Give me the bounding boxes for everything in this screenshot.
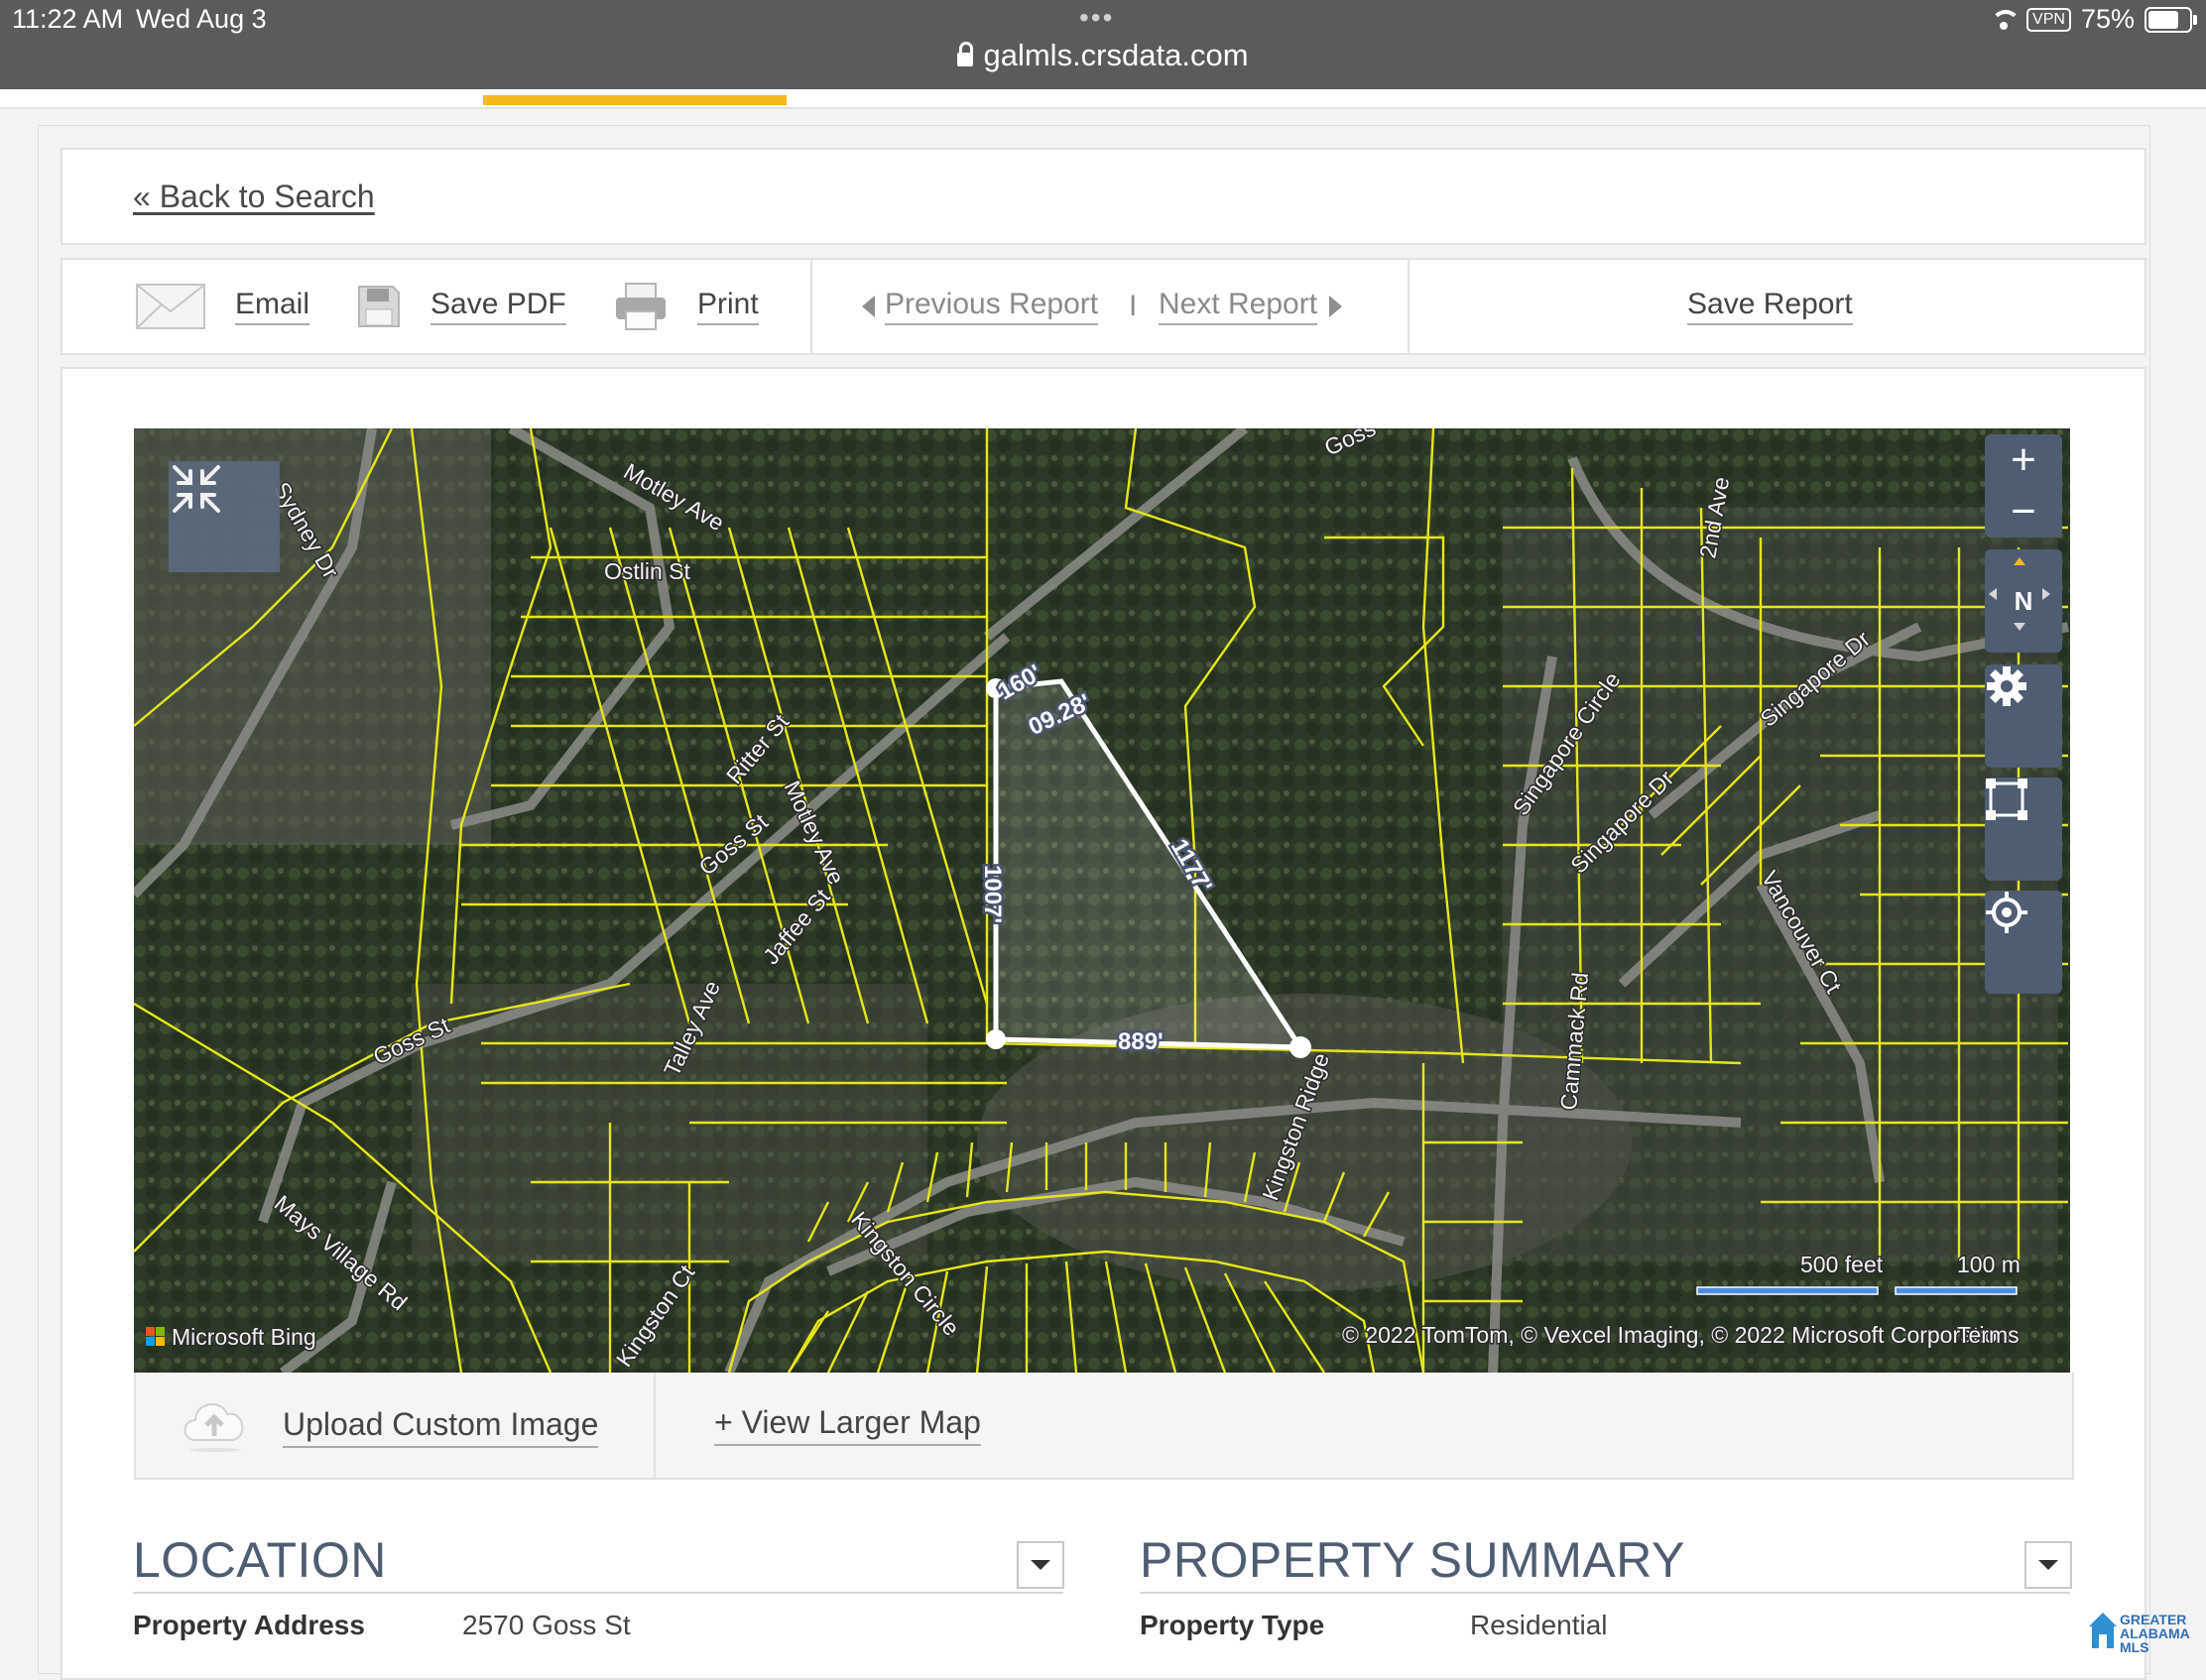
caret-right-icon [1329,296,1343,317]
printer-icon [616,283,666,330]
logo-line-1: GREATER [2120,1612,2187,1627]
address-bar[interactable]: galmls.crsdata.com [0,38,2206,73]
chevron-down-icon [1031,1560,1050,1570]
zoom-in-button[interactable]: + [2011,438,2036,482]
logo-line-3: MLS [2120,1639,2149,1655]
battery-percent: 75% [2080,4,2135,34]
save-report-label: Save Report [1687,288,1853,325]
locate-me-button[interactable] [1985,891,2062,994]
floppy-disk-icon [358,286,400,327]
map-actions-divider [654,1373,656,1478]
email-button[interactable]: Email [136,260,310,353]
house-icon [2089,1613,2117,1648]
select-area-button[interactable] [1985,778,2062,881]
aerial-imagery: 160' 09.28' 1007' 1177' 889' Goss Motley… [134,428,2070,1373]
status-indicators: VPN 75% [1991,4,2197,35]
status-date: Wed Aug 3 [136,4,267,34]
crosshair-icon [1986,892,2027,933]
map-actions-bar: Upload Custom Image + View Larger Map [134,1373,2074,1480]
wifi-icon [1991,9,2022,30]
url-text: galmls.crsdata.com [983,38,1249,72]
upload-custom-image-button[interactable] [178,1392,253,1459]
save-pdf-label: Save PDF [430,288,566,325]
street-label: Ostlin St [604,558,691,584]
property-summary-section-title: PROPERTY SUMMARY [1140,1532,1685,1588]
zoom-out-button[interactable]: − [2011,490,2036,534]
lock-icon [957,42,974,66]
next-report-button[interactable]: Next Report [1159,260,1343,353]
next-report-label: Next Report [1159,288,1318,325]
logo-line-2: ALABAMA [2120,1625,2190,1641]
toolbar-divider [1408,260,1409,353]
property-type-label: Property Type [1140,1610,1325,1640]
envelope-icon [136,284,205,329]
status-time: 11:22 AM [12,4,124,34]
map-settings-button[interactable] [1985,664,2062,768]
email-label: Email [235,288,310,325]
toolbar-divider [810,260,812,353]
print-label: Print [697,288,759,325]
back-to-search-link[interactable]: « Back to Search [133,179,375,215]
print-button[interactable]: Print [614,260,759,353]
browser-status-bar: 11:22 AM Wed Aug 3 ••• galmls.crsdata.co… [0,0,2206,89]
site-subnav [0,89,2206,109]
compass-button[interactable]: N [1985,549,2062,653]
location-section-title: LOCATION [133,1532,387,1588]
save-pdf-button[interactable]: Save PDF [355,260,566,353]
measure-left: 1007' [979,865,1006,923]
measure-bottom: 889' [1118,1028,1164,1055]
report-toolbar: Email Save PDF Print Previous Report I N… [61,258,2146,355]
location-section-rule [133,1592,1063,1594]
bing-logo-text: Microsoft Bing [172,1324,316,1350]
location-toggle-button[interactable] [1017,1541,1064,1589]
scale-meters-label: 100 m [1957,1252,2021,1277]
property-address-label: Property Address [133,1610,365,1640]
collapse-map-button[interactable] [169,461,280,572]
previous-report-label: Previous Report [885,288,1099,325]
north-label: N [2014,585,2033,616]
zoom-control: + − [1985,434,2062,538]
map-terms-link[interactable]: Terms [1956,1321,2022,1350]
gear-icon [1987,666,2026,706]
view-larger-map-link[interactable]: + View Larger Map [714,1404,981,1446]
parcel-map[interactable]: 160' 09.28' 1007' 1177' 889' Goss Motley… [134,428,2070,1373]
property-type-value: Residential [1470,1610,1608,1640]
scale-feet-label: 500 feet [1800,1252,1884,1277]
active-tab-indicator [483,95,787,105]
vpn-badge: VPN [2026,7,2071,32]
map-attribution: © 2022 TomTom, © Vexcel Imaging, © 2022 … [1342,1322,2010,1348]
property-summary-toggle-button[interactable] [2024,1541,2072,1589]
upload-custom-image-link[interactable]: Upload Custom Image [283,1406,599,1448]
previous-report-button[interactable]: Previous Report [862,260,1099,353]
battery-icon [2145,6,2197,33]
bing-logo: Microsoft Bing [146,1323,317,1352]
cloud-upload-icon [184,1403,244,1452]
property-address-value: 2570 Goss St [462,1610,631,1640]
save-report-button[interactable]: Save Report [1687,260,1853,353]
caret-left-icon [862,296,875,317]
property-summary-section-rule [1140,1592,2070,1594]
collapse-arrows-icon [173,465,220,513]
report-nav-separator: I [1129,290,1138,322]
greater-alabama-mls-logo: GREATER ALABAMA MLS [2088,1607,2206,1654]
multitask-dots-icon[interactable]: ••• [1079,2,1114,34]
chevron-down-icon [2038,1560,2058,1570]
selection-box-icon [1986,779,2027,820]
